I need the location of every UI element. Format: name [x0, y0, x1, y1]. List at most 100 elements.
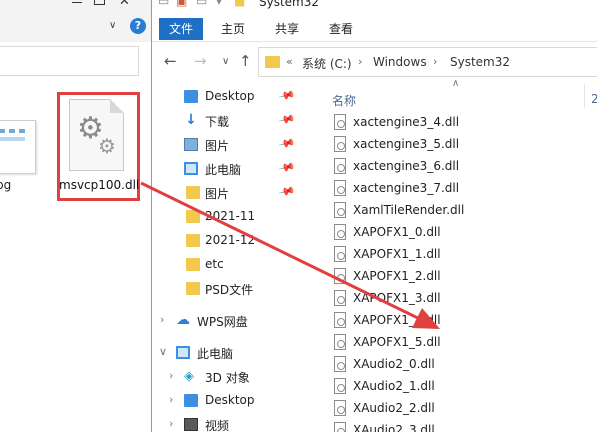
image-thumbnail[interactable]	[0, 120, 36, 174]
sidebar-item-2021-11[interactable]: 2021-11	[152, 205, 310, 229]
breadcrumb-c-drive[interactable]: 系统 (C:)	[302, 55, 352, 72]
pin-icon[interactable]: 📌	[278, 86, 296, 104]
help-icon[interactable]: ?	[130, 18, 146, 34]
close-icon[interactable]: ✕	[119, 0, 130, 9]
dll-file-icon	[334, 158, 346, 174]
sidebar-item-this-pc-pinned[interactable]: 此电脑 📌	[152, 157, 310, 181]
pin-icon[interactable]: 📌	[278, 110, 296, 128]
forward-icon[interactable]: →	[194, 52, 207, 70]
minimize-icon[interactable]	[72, 2, 82, 3]
sidebar-item-desktop[interactable]: Desktop 📌	[152, 85, 310, 109]
file-name: XamlTileRender.dll	[353, 203, 465, 217]
list-item[interactable]: XAPOFX1_4.dll	[326, 310, 597, 332]
download-icon: ↓	[185, 112, 197, 128]
maximize-icon[interactable]	[94, 0, 105, 5]
tab-share[interactable]: 共享	[268, 18, 306, 40]
sidebar-item-psd[interactable]: PSD文件	[152, 277, 310, 301]
list-item[interactable]: XAPOFX1_5.dll	[326, 332, 597, 354]
file-name: XAPOFX1_5.dll	[353, 335, 441, 349]
file-name: XAPOFX1_4.dll	[353, 313, 441, 327]
dll-file-icon	[334, 180, 346, 196]
sidebar-item-2021-12[interactable]: 2021-12	[152, 229, 310, 253]
tab-file[interactable]: 文件	[159, 18, 203, 40]
list-item[interactable]: XAudio2_1.dll	[326, 376, 597, 398]
folder-icon	[186, 258, 200, 271]
list-item[interactable]: xactengine3_4.dll	[326, 112, 597, 134]
file-name: xactengine3_6.dll	[353, 159, 460, 173]
list-item[interactable]: XAudio2_3.dll	[326, 420, 597, 432]
file-list: ∧ 名称 2 xactengine3_4.dll xactengine3_5.d…	[310, 78, 597, 432]
breadcrumb-separator-icon[interactable]: ›	[433, 55, 437, 68]
sidebar-item-label: 2021-12	[205, 233, 256, 247]
list-item[interactable]: xactengine3_7.dll	[326, 178, 597, 200]
screenshot-root: ✕ ∨ ? pg ⚙ ⚙ msvcp100.dll ▭ ▣ ▭ ▾ ■	[0, 0, 597, 432]
breadcrumb-system32[interactable]: System32	[450, 55, 510, 69]
sidebar-item-label: 下载	[205, 115, 230, 129]
sidebar-item-wps-cloud[interactable]: › ☁ WPS网盘	[152, 309, 310, 333]
sidebar-item-videos[interactable]: › 视频	[152, 413, 310, 432]
tab-view[interactable]: 查看	[322, 18, 360, 40]
list-item[interactable]: xactengine3_5.dll	[326, 134, 597, 156]
pin-icon[interactable]: 📌	[278, 158, 296, 176]
expand-icon[interactable]: ›	[169, 393, 173, 406]
file-name: XAudio2_3.dll	[353, 423, 435, 432]
cloud-icon: ☁	[176, 312, 190, 328]
file-name: XAPOFX1_1.dll	[353, 247, 441, 261]
breadcrumb-windows[interactable]: Windows	[373, 55, 427, 69]
sidebar-item-downloads[interactable]: ↓ 下载 📌	[152, 109, 310, 133]
list-item[interactable]: XAPOFX1_2.dll	[326, 266, 597, 288]
breadcrumb-separator-icon[interactable]: ›	[358, 55, 362, 68]
folder-title-icon: ■	[234, 0, 246, 8]
column-header-name[interactable]: 名称	[332, 92, 356, 109]
dll-file-icon: ⚙ ⚙	[69, 99, 124, 171]
list-item[interactable]: XAudio2_0.dll	[326, 354, 597, 376]
column-header-date[interactable]: 2	[591, 92, 597, 106]
background-address-bar[interactable]	[0, 46, 139, 76]
pin-icon[interactable]: 📌	[278, 134, 296, 152]
sidebar-item-3d-objects[interactable]: › ◈ 3D 对象	[152, 365, 310, 389]
address-overflow[interactable]: «	[286, 55, 293, 68]
folder-quick-icon[interactable]: ▭	[158, 0, 169, 8]
dll-file-icon	[334, 334, 346, 350]
pin-icon[interactable]: 📌	[278, 182, 296, 200]
list-item[interactable]: XAudio2_2.dll	[326, 398, 597, 420]
dll-file-icon	[334, 268, 346, 284]
expand-icon[interactable]: ›	[169, 417, 173, 430]
sidebar-item-label: WPS网盘	[197, 315, 248, 329]
dll-file-icon	[334, 378, 346, 394]
list-item[interactable]: XAPOFX1_3.dll	[326, 288, 597, 310]
column-divider[interactable]	[584, 84, 585, 108]
folder-icon	[265, 56, 280, 68]
recent-locations-icon[interactable]: ∨	[222, 56, 229, 67]
new-folder-quick-icon[interactable]: ▭	[196, 0, 207, 8]
sidebar-item-label: 2021-11	[205, 209, 256, 223]
list-item[interactable]: XAPOFX1_1.dll	[326, 244, 597, 266]
list-item[interactable]: XamlTileRender.dll	[326, 200, 597, 222]
expand-icon[interactable]: ›	[160, 313, 164, 326]
dll-file-icon	[334, 400, 346, 416]
sidebar-item-desktop-pc[interactable]: › Desktop	[152, 389, 310, 413]
properties-quick-icon[interactable]: ▣	[176, 0, 187, 8]
collapse-icon[interactable]: ∨	[159, 345, 167, 358]
list-item[interactable]: xactengine3_6.dll	[326, 156, 597, 178]
sidebar-item-label: 图片	[205, 139, 230, 153]
address-bar[interactable]: « 系统 (C:) › Windows › System32	[258, 47, 597, 77]
folder-icon	[186, 234, 200, 247]
sidebar-item-pictures[interactable]: 图片 📌	[152, 133, 310, 157]
file-name: xactengine3_5.dll	[353, 137, 460, 151]
sidebar-item-pictures-folder[interactable]: 图片 📌	[152, 181, 310, 205]
quick-access-dropdown-icon[interactable]: ▾	[216, 0, 222, 8]
tab-home[interactable]: 主页	[214, 18, 252, 40]
sidebar-item-this-pc[interactable]: ∨ 此电脑	[152, 341, 310, 365]
list-item[interactable]: XAPOFX1_0.dll	[326, 222, 597, 244]
dll-file-icon	[334, 136, 346, 152]
dll-file-icon	[334, 114, 346, 130]
expand-icon[interactable]: ›	[169, 369, 173, 382]
background-window-topbar: ✕ ∨ ?	[0, 0, 152, 42]
up-icon[interactable]: ↑	[239, 52, 252, 70]
dll-file-icon	[334, 246, 346, 262]
navigation-pane: Desktop 📌 ↓ 下载 📌 图片 📌 此电脑 📌 图片 📌 2021-11…	[152, 82, 310, 432]
sidebar-item-etc[interactable]: etc	[152, 253, 310, 277]
back-icon[interactable]: ←	[164, 52, 177, 70]
chevron-down-icon[interactable]: ∨	[109, 20, 116, 31]
